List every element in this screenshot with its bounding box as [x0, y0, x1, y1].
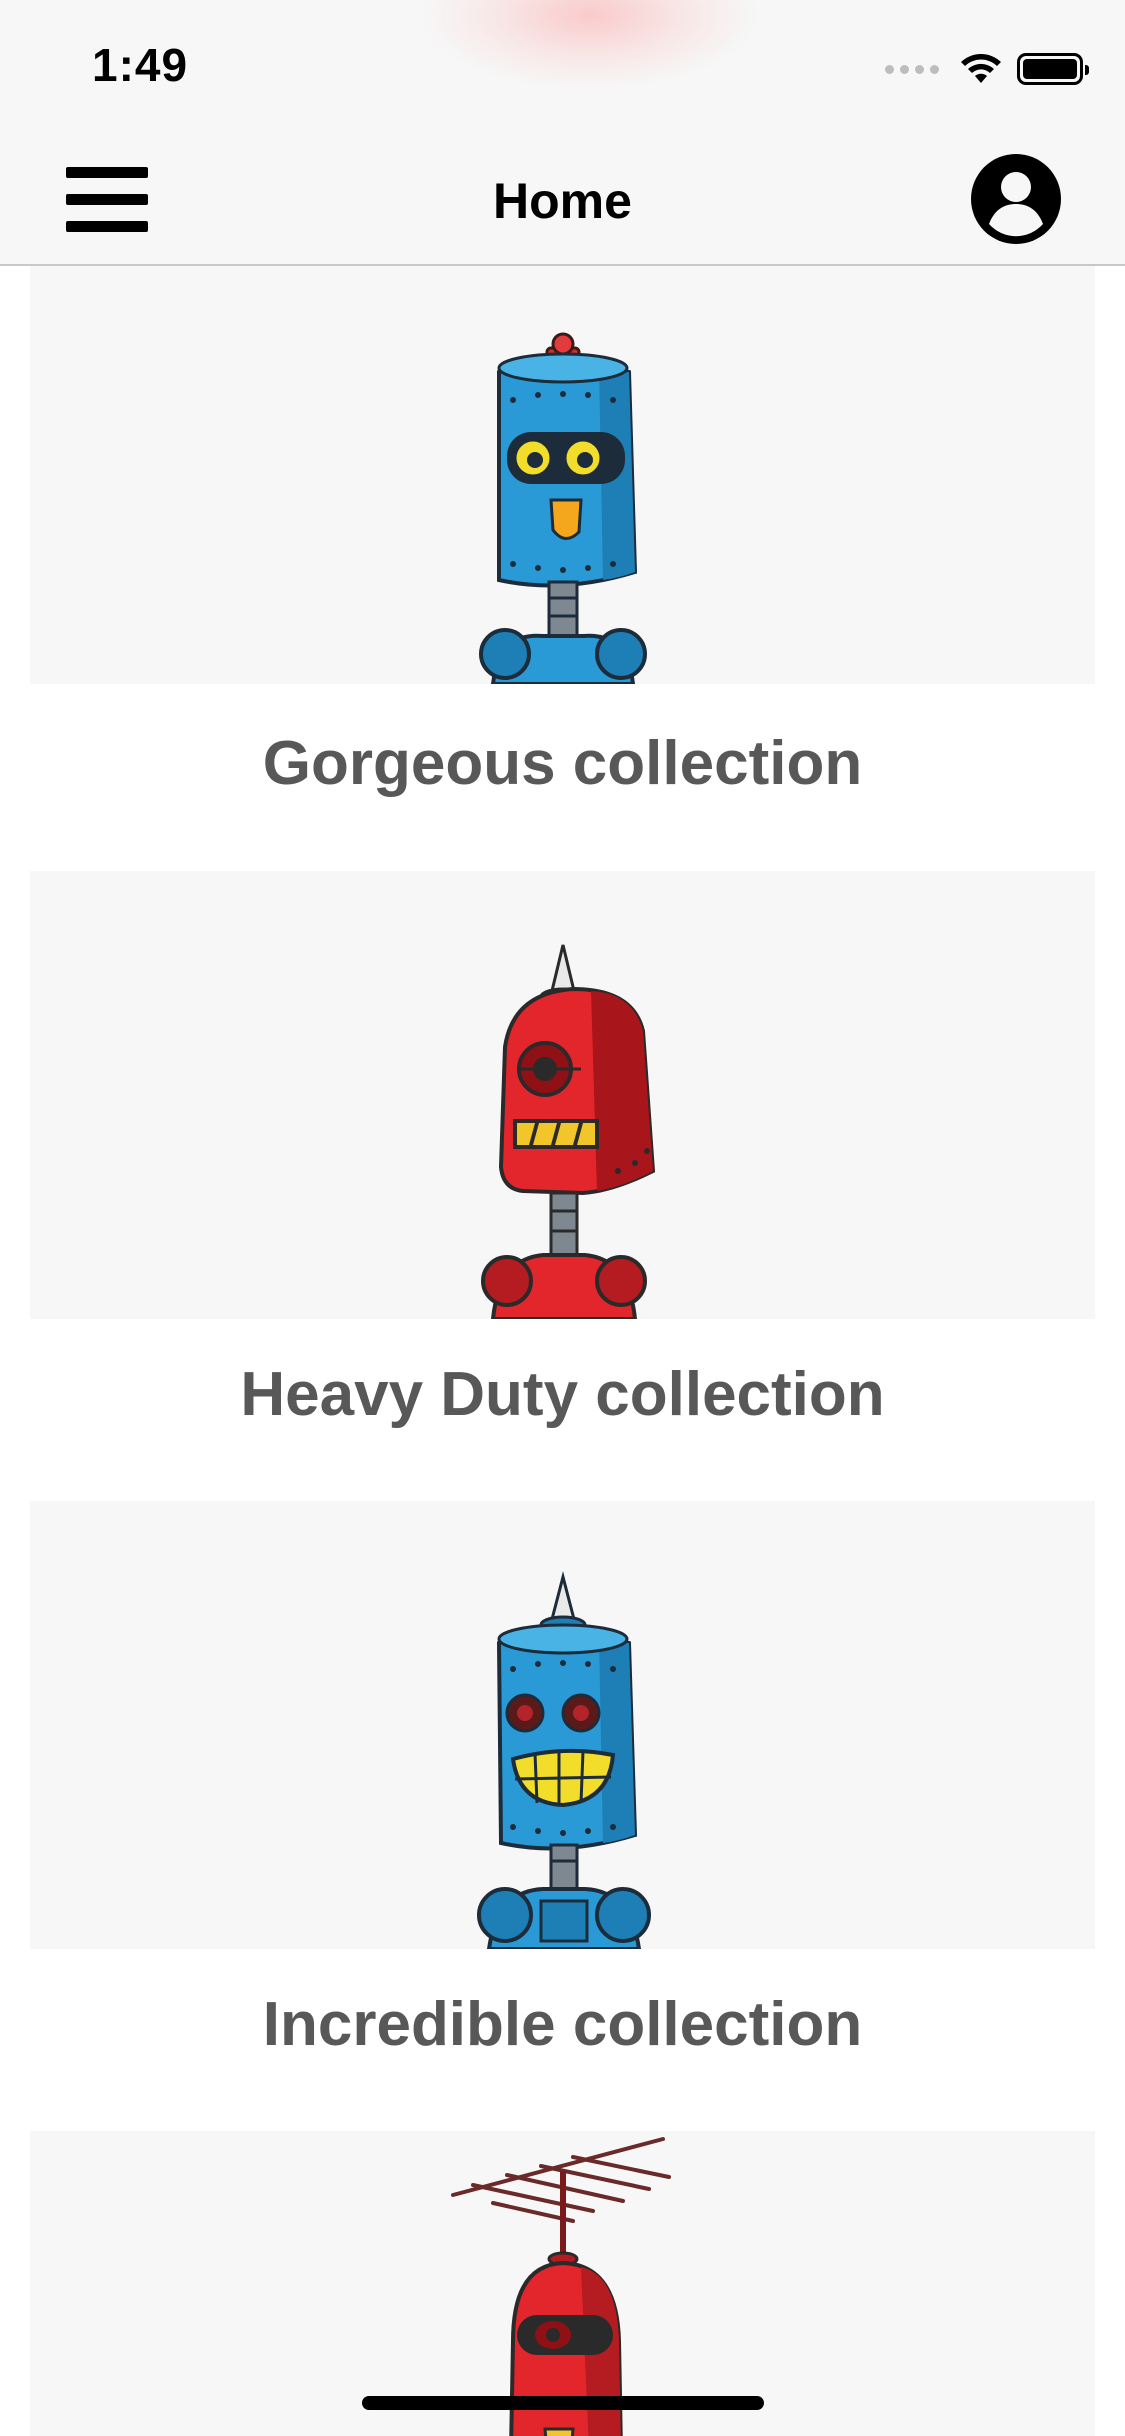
- status-time: 1:49: [92, 39, 189, 91]
- home-screen: 1:49 Home Gorgeous collection Heavy Duty…: [0, 0, 1125, 2436]
- status-bar: 1:49: [0, 0, 1125, 132]
- collection-title: Gorgeous collection: [262, 729, 863, 798]
- collection-image: [30, 1501, 1095, 1949]
- battery-icon: [1017, 53, 1089, 85]
- collection-card[interactable]: [30, 2131, 1095, 2436]
- collection-image: [30, 264, 1095, 684]
- home-indicator[interactable]: [362, 2396, 764, 2410]
- collection-image: [30, 871, 1095, 1319]
- red-robot-cyclops-illustration: [480, 944, 655, 1319]
- navigation-bar: Home: [0, 132, 1125, 266]
- red-robot-antenna-illustration: [450, 2137, 671, 2436]
- collection-title: Incredible collection: [262, 1990, 863, 2059]
- status-icons: [885, 52, 1089, 86]
- status-bar-glow: [420, 0, 760, 90]
- collection-image: [30, 2131, 1095, 2436]
- blue-robot-yellow-eyes-illustration: [478, 332, 647, 684]
- wifi-icon: [961, 54, 1001, 83]
- collection-card[interactable]: Gorgeous collection: [30, 264, 1095, 864]
- blue-robot-grin-illustration: [476, 1571, 651, 1949]
- page-title: Home: [493, 173, 632, 229]
- collection-card[interactable]: Heavy Duty collection: [30, 871, 1095, 1501]
- collection-card[interactable]: Incredible collection: [30, 1501, 1095, 2131]
- cellular-signal-icon: [885, 64, 939, 74]
- collection-title: Heavy Duty collection: [240, 1360, 885, 1429]
- account-circle-icon[interactable]: [969, 152, 1063, 246]
